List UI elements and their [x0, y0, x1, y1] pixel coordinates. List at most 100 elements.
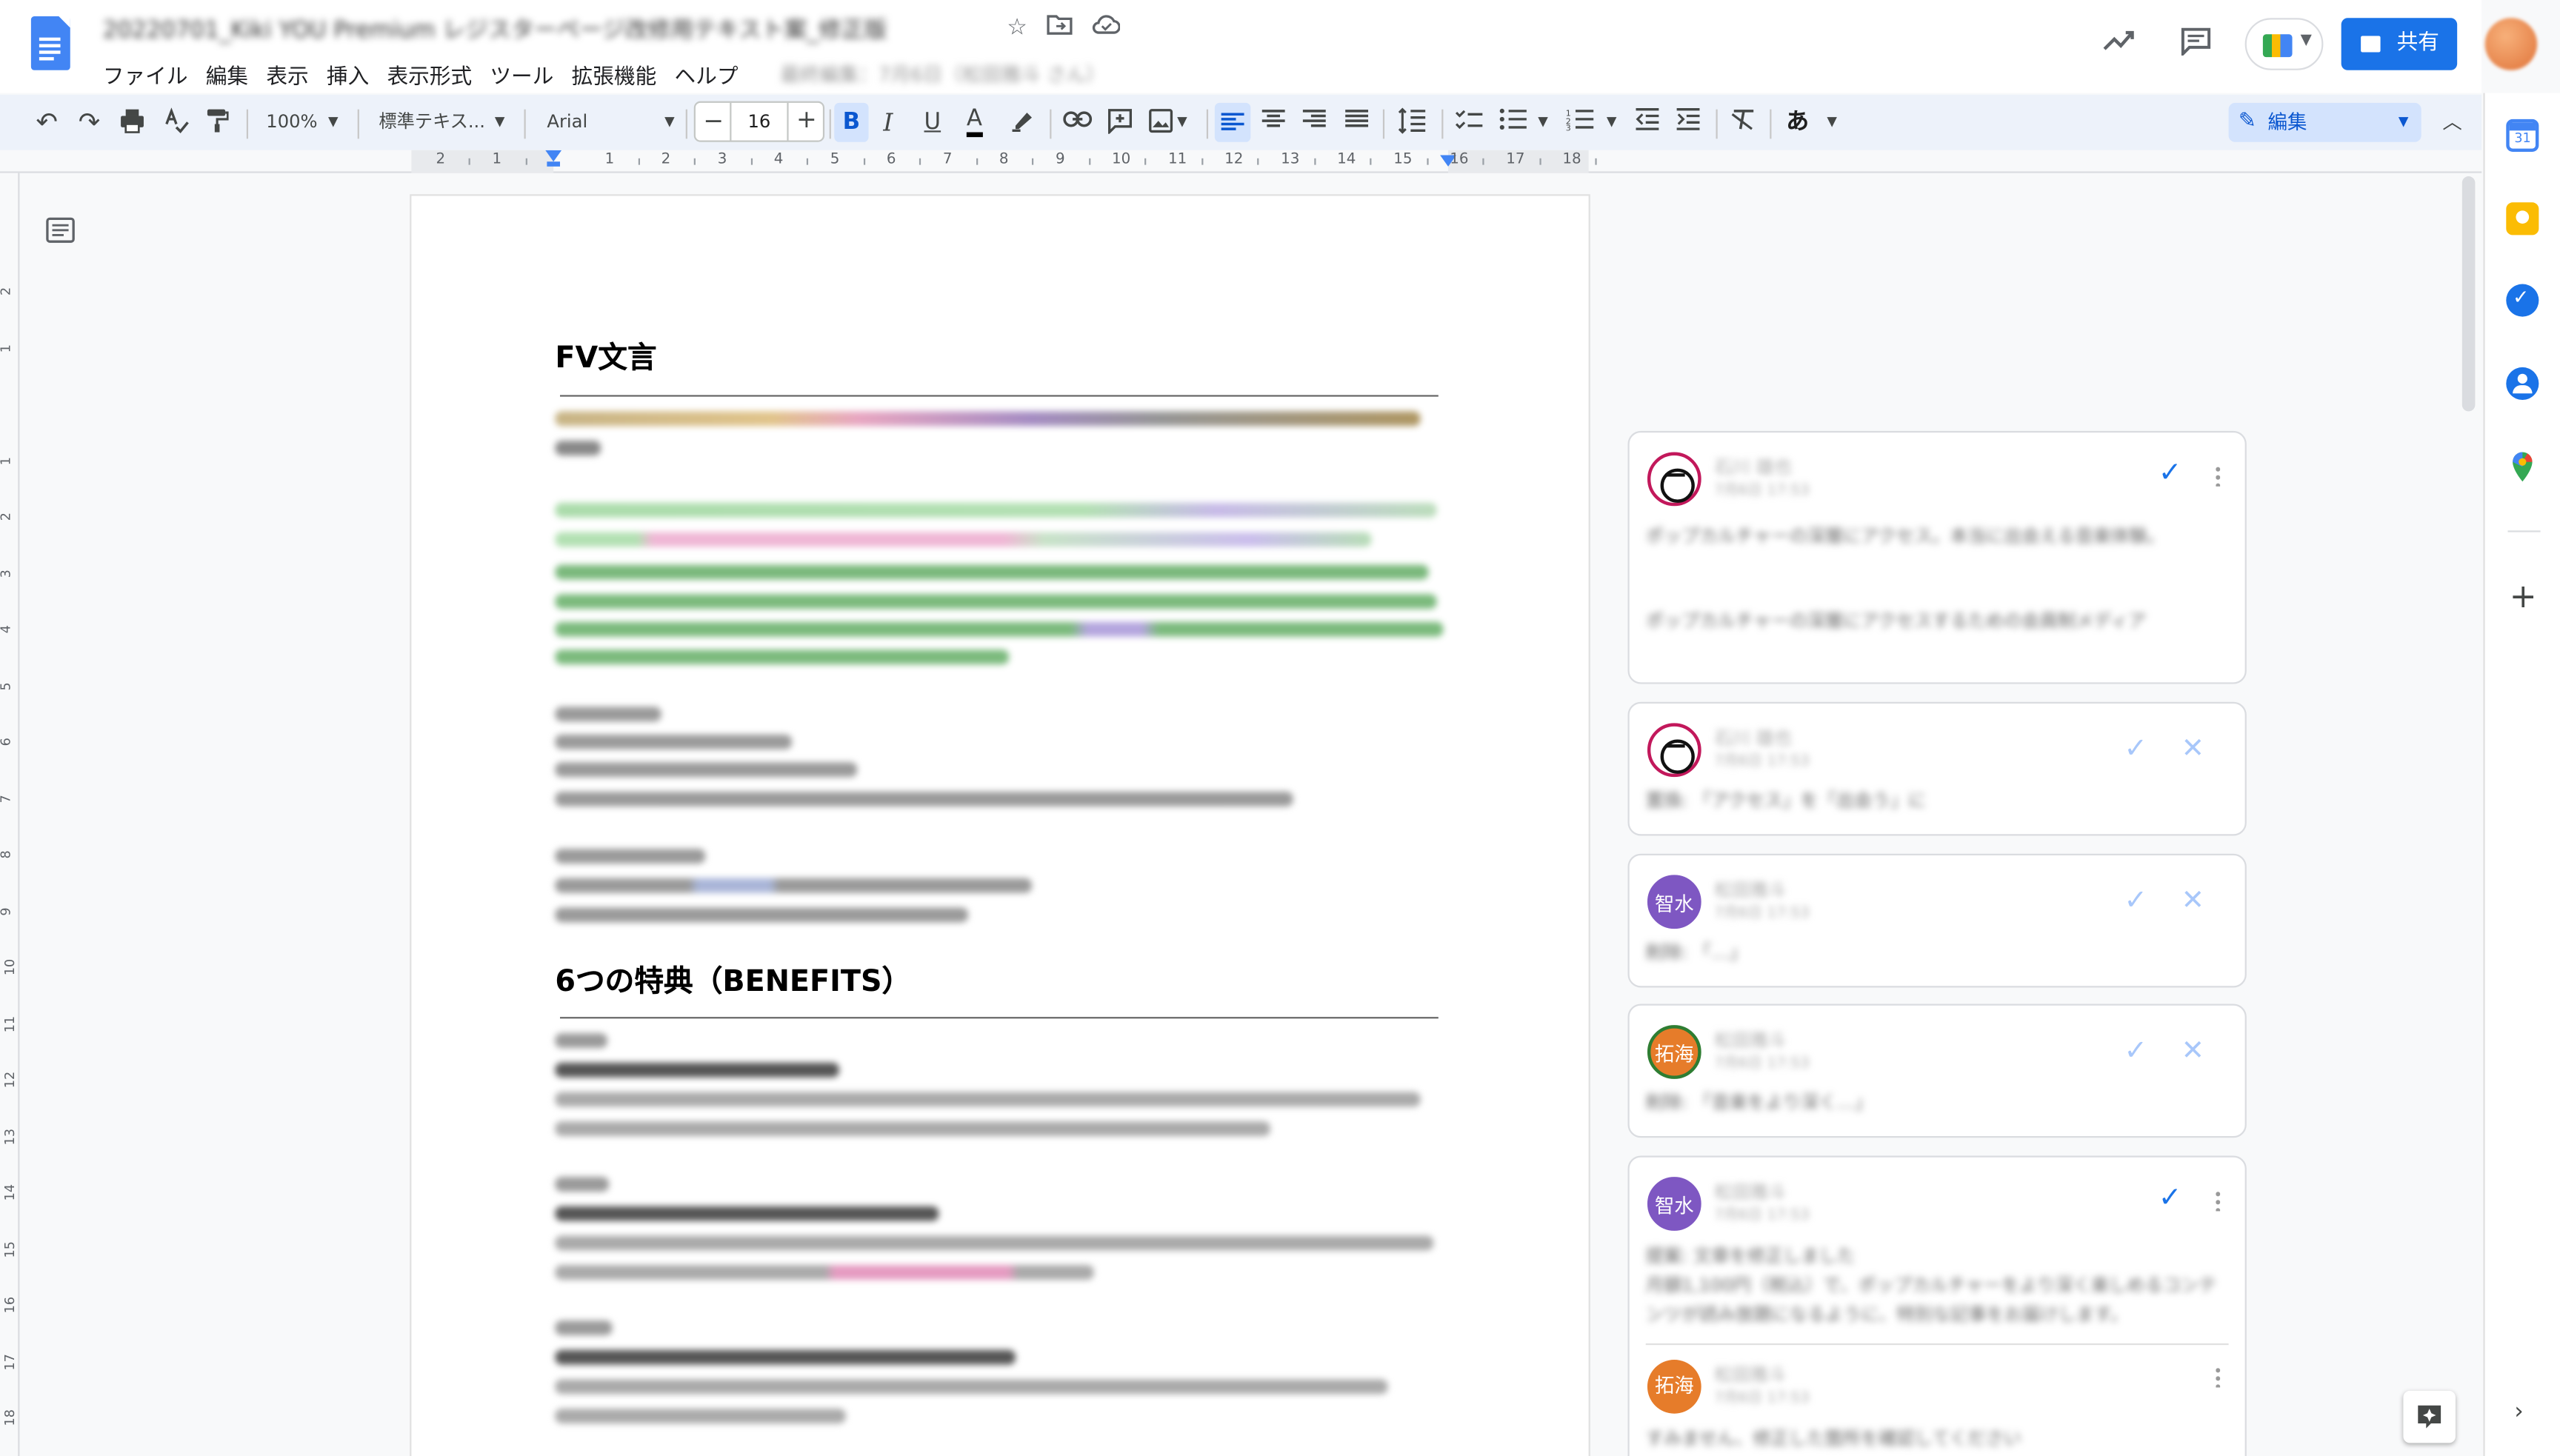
- more-options-icon[interactable]: [2215, 465, 2221, 487]
- italic-button[interactable]: I: [883, 107, 893, 137]
- align-right-icon[interactable]: [1301, 107, 1327, 140]
- font-size-decrease-button[interactable]: −: [701, 106, 727, 136]
- align-center-icon[interactable]: [1261, 107, 1287, 140]
- reject-suggestion-close-icon[interactable]: ✕: [2181, 733, 2204, 766]
- suggestion-card[interactable]: 石川 雄也 7月6日 17:53 ✓ ✕ 置換: 「アクセス」を「出会う」に: [1627, 701, 2247, 836]
- blurred-text-line: [555, 1177, 610, 1192]
- chevron-down-icon: ▼: [2300, 33, 2312, 50]
- scrollbar-thumb[interactable]: [2461, 176, 2476, 412]
- heading-fv[interactable]: FV文言: [555, 335, 656, 377]
- menu-file[interactable]: ファイル: [103, 59, 188, 90]
- reject-suggestion-close-icon[interactable]: ✕: [2181, 1035, 2204, 1067]
- accept-suggestion-check-icon[interactable]: ✓: [2124, 885, 2147, 918]
- numbered-list-icon[interactable]: 123: [1566, 107, 1596, 140]
- insert-image-icon[interactable]: [1147, 107, 1173, 143]
- ruler-number: 11: [1168, 151, 1187, 169]
- resolve-check-icon[interactable]: ✓: [2159, 457, 2181, 490]
- editing-mode-select[interactable]: ✎ 編集 ▼: [2228, 102, 2421, 142]
- print-icon[interactable]: [119, 107, 145, 143]
- accept-suggestion-check-icon[interactable]: ✓: [2124, 1035, 2147, 1067]
- tasks-icon[interactable]: ✓: [2506, 284, 2539, 317]
- add-comment-icon[interactable]: [1107, 107, 1133, 143]
- horizontal-ruler[interactable]: 2 1 1 2 3 4 5 6 7 8 9 10 11 12 13 14 15 16 17 18: [0, 150, 2482, 173]
- document-title[interactable]: 20220701_Kiki YOU Premium レジスターページ改修用テキス…: [103, 13, 887, 46]
- more-options-icon[interactable]: [2215, 1366, 2221, 1388]
- bulleted-list-icon[interactable]: [1499, 107, 1528, 140]
- zoom-select[interactable]: 100%: [266, 107, 317, 137]
- align-justify-icon[interactable]: [1344, 107, 1370, 140]
- numbered-chevron-down-icon[interactable]: ▼: [1607, 107, 1617, 137]
- blurred-text-line: [555, 878, 1032, 893]
- menu-view[interactable]: 表示: [266, 59, 308, 90]
- align-left-icon[interactable]: [1214, 102, 1251, 142]
- menu-format[interactable]: 表示形式: [387, 59, 473, 90]
- account-avatar[interactable]: [2484, 18, 2538, 70]
- contacts-icon[interactable]: [2506, 367, 2539, 401]
- first-line-indent-marker[interactable]: [547, 161, 561, 167]
- accept-suggestion-check-icon[interactable]: ✓: [2124, 733, 2147, 766]
- style-select[interactable]: 標準テキス...: [379, 107, 485, 137]
- style-chevron-down-icon[interactable]: ▼: [495, 107, 505, 137]
- menu-insert[interactable]: 挿入: [327, 59, 369, 90]
- menu-edit[interactable]: 編集: [206, 59, 248, 90]
- bullet-chevron-down-icon[interactable]: ▼: [1538, 107, 1548, 137]
- underline-button[interactable]: U: [924, 107, 941, 137]
- redo-icon[interactable]: ↷: [79, 107, 101, 137]
- get-addons-plus-icon[interactable]: +: [2510, 576, 2537, 615]
- vertical-ruler[interactable]: 21123456789101112131415161718: [0, 173, 20, 1456]
- ruler-number: 14: [1337, 151, 1356, 169]
- star-icon[interactable]: ☆: [1002, 13, 1032, 43]
- clear-formatting-icon[interactable]: [1730, 107, 1756, 140]
- maps-icon[interactable]: [2506, 450, 2539, 483]
- image-chevron-down-icon[interactable]: ▼: [1177, 107, 1187, 137]
- reject-suggestion-close-icon[interactable]: ✕: [2181, 885, 2204, 918]
- highlight-color-icon[interactable]: [1009, 107, 1035, 143]
- ruler-tick: [976, 158, 978, 165]
- docs-logo-icon[interactable]: [30, 16, 70, 70]
- line-spacing-icon[interactable]: [1398, 107, 1427, 143]
- heading-benefits[interactable]: 6つの特典（BENEFITS）: [555, 958, 911, 1001]
- font-select[interactable]: Arial: [547, 107, 587, 137]
- blurred-text-line: [555, 1235, 1434, 1251]
- comment-date: 7月6日 17:53: [1714, 1390, 1810, 1407]
- resolve-check-icon[interactable]: ✓: [2159, 1182, 2181, 1215]
- insert-link-icon[interactable]: [1063, 107, 1093, 137]
- increase-indent-icon[interactable]: [1675, 107, 1701, 140]
- menu-help[interactable]: ヘルプ: [675, 59, 739, 90]
- suggestion-card[interactable]: 智水 松田雅斗 7月6日 17:53 ✓ ✕ 削除: 「…」: [1627, 853, 2247, 988]
- hide-menus-chevron-up-icon[interactable]: ︿: [2442, 107, 2461, 137]
- cloud-saved-icon[interactable]: [1090, 13, 1120, 43]
- activity-dashboard-icon[interactable]: [2103, 26, 2136, 60]
- decrease-indent-icon[interactable]: [1634, 107, 1660, 140]
- menu-tools[interactable]: ツール: [490, 59, 553, 90]
- share-label: 共有: [2396, 30, 2439, 56]
- keep-icon[interactable]: [2506, 202, 2539, 236]
- comment-card[interactable]: 石川 雄也 7月6日 17:53 ✓ ポップカルチャーの深層にアクセス。本当に出…: [1627, 430, 2247, 684]
- last-edit-link[interactable]: 最終編集：7月6日（松田雅斗 さん）: [781, 61, 1106, 88]
- menu-extensions[interactable]: 拡張機能: [572, 59, 657, 90]
- font-chevron-down-icon[interactable]: ▼: [664, 107, 675, 137]
- share-button[interactable]: 共有: [2341, 18, 2458, 70]
- document-outline-icon[interactable]: [46, 217, 76, 250]
- input-tools-button[interactable]: あ: [1786, 107, 1809, 137]
- zoom-chevron-down-icon[interactable]: ▼: [328, 107, 339, 137]
- suggestion-card[interactable]: 拓海 松田雅斗 7月6日 17:53 ✓ ✕ 削除: 「音楽をより深く…」: [1627, 1003, 2247, 1138]
- undo-icon[interactable]: ↶: [36, 107, 58, 137]
- explore-button[interactable]: [2403, 1390, 2456, 1443]
- blurred-text-line: [555, 1265, 1094, 1280]
- paint-format-icon[interactable]: [206, 107, 230, 143]
- show-side-panel-chevron-right-icon[interactable]: ›: [2514, 1399, 2523, 1425]
- move-folder-icon[interactable]: [1045, 13, 1075, 43]
- more-options-icon[interactable]: [2215, 1189, 2221, 1212]
- comment-history-icon[interactable]: [2179, 26, 2212, 64]
- comment-thread-card[interactable]: 智水 松田雅斗 7月6日 17:53 ✓ 提案: 文章を修正しました 月額1,1…: [1627, 1155, 2247, 1456]
- text-color-button[interactable]: A: [966, 107, 982, 138]
- input-tools-chevron-down-icon[interactable]: ▼: [1827, 107, 1837, 137]
- font-size-input[interactable]: 16: [730, 102, 789, 141]
- checklist-icon[interactable]: [1455, 107, 1484, 140]
- meet-button[interactable]: ▼: [2244, 18, 2324, 70]
- spellcheck-icon[interactable]: [163, 107, 189, 143]
- font-size-increase-button[interactable]: +: [793, 104, 819, 134]
- calendar-icon[interactable]: 31: [2506, 118, 2539, 152]
- bold-button[interactable]: B: [834, 102, 869, 142]
